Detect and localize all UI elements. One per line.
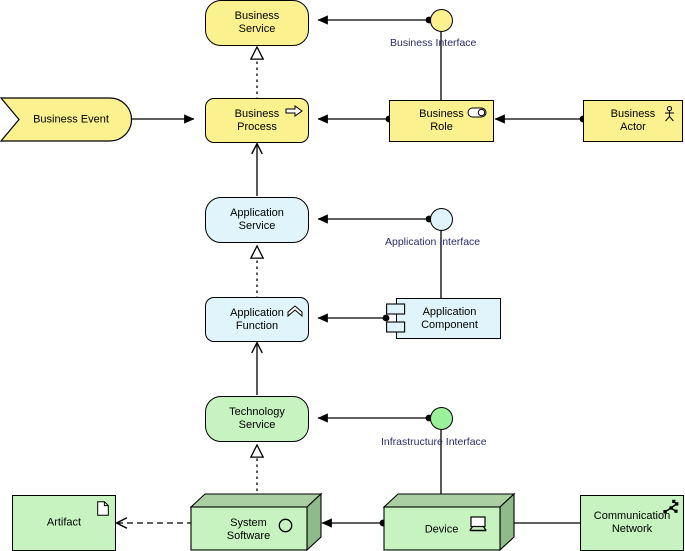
node-artifact[interactable]: Artifact	[12, 495, 116, 551]
node-application-interface-label: Application Interface	[385, 236, 481, 248]
node-business-interface[interactable]	[430, 9, 453, 32]
node-business-role[interactable]: Business Role	[389, 100, 494, 142]
node-artifact-label: Artifact	[46, 516, 82, 529]
node-device[interactable]: Device	[382, 492, 516, 551]
node-business-service-label: Business Service	[234, 10, 280, 35]
node-business-process[interactable]: Business Process	[205, 98, 309, 143]
function-chevron-icon	[287, 305, 303, 317]
relationship-lines-layer: System Software (dashed, open arrows bot…	[0, 15, 587, 548]
document-icon	[97, 501, 109, 516]
node-technology-service[interactable]: Technology Service	[205, 396, 309, 442]
node-infrastructure-interface-label: Infrastructure Interface	[381, 436, 487, 448]
node-business-process-label: Business Process	[234, 107, 280, 133]
business-event-shape	[0, 97, 133, 142]
node-infrastructure-interface[interactable]	[430, 407, 453, 430]
node-communication-network[interactable]: Communication Network	[580, 495, 684, 551]
actor-stick-figure-icon	[665, 106, 674, 122]
node-application-interface[interactable]	[430, 208, 453, 231]
node-communication-network-label: Communication Network	[593, 510, 671, 535]
node-business-actor-label: Business Actor	[610, 108, 656, 133]
node-application-function[interactable]: Application Function	[205, 297, 309, 342]
node-application-function-label: Application Function	[230, 306, 284, 332]
device-3d-shape	[382, 492, 516, 551]
node-application-service[interactable]: Application Service	[205, 197, 309, 243]
node-business-actor[interactable]: Business Actor	[583, 100, 683, 142]
role-cylinder-icon	[467, 107, 487, 118]
node-application-service-label: Application Service	[230, 207, 284, 232]
archimate-diagram-canvas: System Software (dashed, open arrows bot…	[0, 0, 685, 551]
system-software-3d-shape	[189, 492, 323, 551]
network-icon	[663, 499, 679, 514]
node-business-event[interactable]: Business Event	[0, 97, 133, 142]
node-business-interface-label: Business Interface	[390, 37, 477, 49]
arrow-icon	[285, 105, 303, 117]
application-component-body	[396, 298, 501, 339]
node-business-service[interactable]: Business Service	[205, 0, 309, 46]
node-application-component[interactable]: Application Component	[386, 298, 501, 339]
node-technology-service-label: Technology Service	[229, 406, 285, 431]
node-system-software[interactable]: System Software	[189, 492, 323, 551]
node-business-role-label: Business Role	[419, 108, 464, 133]
